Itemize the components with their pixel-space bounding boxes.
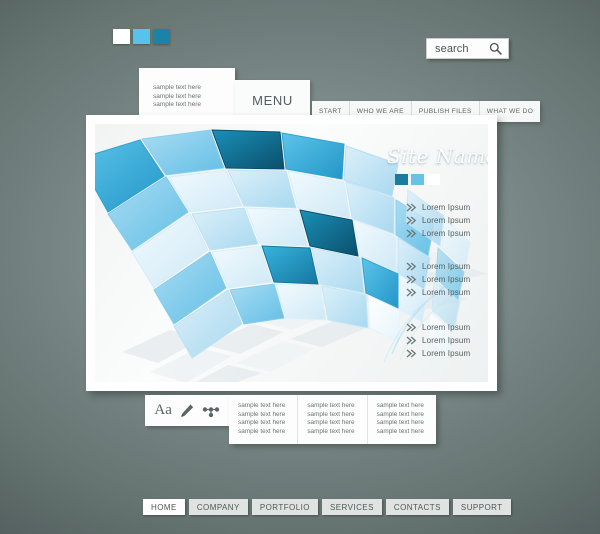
- network-nodes-icon[interactable]: [202, 404, 220, 418]
- footer-item-portfolio[interactable]: PORTFOLIO: [251, 499, 318, 515]
- list-item[interactable]: Lorem Ipsum: [406, 334, 470, 347]
- double-chevron-icon: [406, 349, 417, 358]
- double-chevron-icon: [406, 262, 417, 271]
- bottom-text-columns: sample text here sample text here sample…: [229, 395, 436, 444]
- menu-label: MENU: [252, 92, 293, 108]
- bottom-column-2: sample text here sample text here sample…: [298, 395, 368, 444]
- footer-item-company[interactable]: COMPANY: [188, 499, 248, 515]
- lorem-list-group-3: Lorem Ipsum Lorem Ipsum Lorem Ipsum: [406, 321, 470, 360]
- lorem-list-group-1: Lorem Ipsum Lorem Ipsum Lorem Ipsum: [406, 201, 470, 240]
- list-item-label: Lorem Ipsum: [422, 203, 471, 212]
- double-chevron-icon: [406, 275, 417, 284]
- site-name-text: Site Name: [386, 144, 488, 168]
- double-chevron-icon: [406, 229, 417, 238]
- text-style-icon[interactable]: Aa: [154, 403, 172, 418]
- footer-navigation: HOME COMPANY PORTFOLIO SERVICES CONTACTS…: [143, 499, 511, 515]
- bottom-column-line: sample text here: [307, 410, 355, 418]
- bottom-column-line: sample text here: [238, 410, 286, 418]
- bottom-column-line: sample text here: [307, 419, 355, 427]
- top-card-text-block: sample text here sample text here sample…: [153, 84, 201, 110]
- bottom-column-line: sample text here: [307, 402, 355, 409]
- list-item-label: Lorem Ipsum: [422, 262, 471, 271]
- double-chevron-icon: [406, 336, 417, 345]
- double-chevron-icon: [406, 323, 417, 332]
- main-content-panel: Site Name Lorem Ipsum Lorem Ipsum Lorem …: [86, 115, 497, 391]
- bottom-column-line: sample text here: [307, 427, 355, 435]
- top-card-line: sample text here: [153, 101, 202, 108]
- top-color-swatches: [113, 29, 170, 44]
- footer-item-support[interactable]: SUPPORT: [452, 499, 511, 515]
- menu-button[interactable]: MENU: [235, 80, 310, 120]
- list-item-label: Lorem Ipsum: [422, 229, 471, 238]
- top-card-line: sample text here: [153, 92, 202, 100]
- bottom-column-line: sample text here: [376, 410, 424, 418]
- bottom-column-3: sample text here sample text here sample…: [368, 395, 436, 444]
- swatch-teal: [153, 29, 170, 44]
- tool-icon-panel: Aa: [145, 395, 229, 426]
- list-item-label: Lorem Ipsum: [422, 336, 471, 345]
- list-item-label: Lorem Ipsum: [422, 323, 471, 332]
- list-item[interactable]: Lorem Ipsum: [406, 227, 470, 240]
- bottom-column-line: sample text here: [238, 402, 286, 409]
- list-item[interactable]: Lorem Ipsum: [406, 214, 470, 227]
- list-item-label: Lorem Ipsum: [422, 275, 471, 284]
- bottom-column-line: sample text here: [376, 427, 424, 435]
- double-chevron-icon: [406, 203, 417, 212]
- search-box[interactable]: search: [426, 38, 509, 59]
- site-swatch-teal: [395, 174, 408, 185]
- double-chevron-icon: [406, 216, 417, 225]
- list-item[interactable]: Lorem Ipsum: [406, 321, 470, 334]
- list-item-label: Lorem Ipsum: [422, 216, 471, 225]
- list-item[interactable]: Lorem Ipsum: [406, 347, 470, 360]
- magnifier-icon[interactable]: [489, 42, 502, 55]
- top-card-line: sample text here: [153, 84, 202, 91]
- footer-item-home[interactable]: HOME: [143, 499, 185, 515]
- list-item-label: Lorem Ipsum: [422, 288, 471, 297]
- panel-inner-surface: Site Name Lorem Ipsum Lorem Ipsum Lorem …: [95, 124, 488, 382]
- pencil-icon[interactable]: [179, 403, 195, 419]
- site-name-swatches: [395, 174, 440, 185]
- swatch-white: [113, 29, 130, 44]
- search-input[interactable]: search: [435, 43, 469, 55]
- footer-item-services[interactable]: SERVICES: [321, 499, 382, 515]
- site-name-block: Site Name: [387, 144, 488, 189]
- list-item[interactable]: Lorem Ipsum: [406, 286, 470, 299]
- bottom-column-line: sample text here: [376, 419, 424, 427]
- list-item[interactable]: Lorem Ipsum: [406, 201, 470, 214]
- bottom-column-1: sample text here sample text here sample…: [229, 395, 299, 444]
- bottom-column-line: sample text here: [238, 419, 286, 427]
- list-item[interactable]: Lorem Ipsum: [406, 273, 470, 286]
- lorem-list-group-2: Lorem Ipsum Lorem Ipsum Lorem Ipsum: [406, 260, 470, 299]
- list-item-label: Lorem Ipsum: [422, 349, 471, 358]
- swatch-light-blue: [133, 29, 150, 44]
- site-swatch-white: [427, 174, 440, 185]
- bottom-column-line: sample text here: [238, 427, 286, 435]
- list-item[interactable]: Lorem Ipsum: [406, 260, 470, 273]
- top-sample-card: sample text here sample text here sample…: [139, 68, 235, 120]
- site-swatch-blue: [411, 174, 424, 185]
- double-chevron-icon: [406, 288, 417, 297]
- footer-item-contacts[interactable]: CONTACTS: [385, 499, 449, 515]
- bottom-column-line: sample text here: [376, 402, 424, 409]
